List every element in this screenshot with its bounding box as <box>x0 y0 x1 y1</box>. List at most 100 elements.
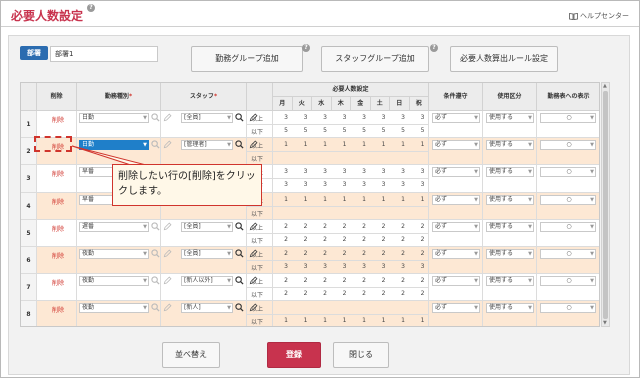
required-lower-value[interactable]: 2 <box>275 236 288 246</box>
required-lower-value[interactable] <box>295 154 308 164</box>
required-lower-value[interactable] <box>314 154 327 164</box>
register-button[interactable]: 登録 <box>267 342 321 368</box>
required-lower-value[interactable]: 1 <box>373 317 386 326</box>
staff-group-help-icon[interactable]: ? <box>430 44 438 52</box>
required-upper-value[interactable] <box>275 304 288 314</box>
required-lower-value[interactable]: 5 <box>373 127 386 137</box>
staff-search-icon[interactable] <box>235 222 245 232</box>
staff-search-icon[interactable] <box>235 249 245 259</box>
required-upper-value[interactable]: 2 <box>353 223 366 233</box>
staff-select[interactable]: [全員] ▼ <box>181 113 233 123</box>
required-upper-value[interactable]: 2 <box>392 250 405 260</box>
required-lower-value[interactable]: 3 <box>412 181 425 191</box>
required-lower-value[interactable] <box>334 154 347 164</box>
required-lower-value[interactable]: 3 <box>334 263 347 273</box>
shift-type-select[interactable]: 日勤 ▼ <box>79 140 149 151</box>
staff-search-icon[interactable] <box>235 303 245 313</box>
required-lower-value[interactable]: 3 <box>392 181 405 191</box>
required-upper-value[interactable]: 2 <box>412 277 425 287</box>
required-lower-value[interactable]: 2 <box>295 236 308 246</box>
staff-select[interactable]: [新人] ▼ <box>181 303 233 314</box>
required-upper-value[interactable]: 2 <box>275 250 288 260</box>
shift-type-select[interactable]: 夜勤 ▼ <box>79 249 149 259</box>
required-lower-value[interactable]: 1 <box>412 317 425 326</box>
usage-select[interactable]: 使用する ▼ <box>486 221 534 232</box>
required-upper-value[interactable]: 2 <box>295 223 308 233</box>
required-upper-value[interactable]: 3 <box>334 168 347 178</box>
required-upper-value[interactable]: 2 <box>314 250 327 260</box>
display-select[interactable]: ○ ▼ <box>540 221 596 232</box>
usage-select[interactable]: 使用する ▼ <box>486 194 534 205</box>
shift-type-select[interactable]: 日勤 ▼ <box>79 113 149 123</box>
shift-type-select[interactable]: 遅番 ▼ <box>79 221 149 232</box>
required-lower-value[interactable]: 3 <box>412 263 425 273</box>
required-lower-value[interactable]: 2 <box>392 290 405 300</box>
delete-link[interactable]: 削除 <box>48 197 68 206</box>
required-upper-value[interactable]: 2 <box>295 277 308 287</box>
condition-select[interactable]: 必ず ▼ <box>432 194 480 205</box>
display-select[interactable]: ○ ▼ <box>540 194 596 205</box>
required-lower-value[interactable]: 3 <box>275 263 288 273</box>
required-upper-value[interactable]: 2 <box>373 223 386 233</box>
required-upper-value[interactable]: 1 <box>373 196 386 206</box>
required-lower-value[interactable]: 5 <box>392 127 405 137</box>
required-lower-value[interactable]: 3 <box>373 263 386 273</box>
required-upper-value[interactable]: 3 <box>295 114 308 124</box>
required-lower-value[interactable]: 3 <box>353 181 366 191</box>
scroll-down-icon[interactable]: ▼ <box>603 320 607 326</box>
shift-group-help-icon[interactable]: ? <box>302 44 310 52</box>
required-upper-value[interactable]: 2 <box>392 277 405 287</box>
condition-select[interactable]: 必ず ▼ <box>432 249 480 259</box>
required-upper-value[interactable]: 1 <box>314 141 327 151</box>
required-lower-value[interactable]: 1 <box>295 317 308 326</box>
required-lower-value[interactable]: 2 <box>392 236 405 246</box>
shift-edit-icon[interactable] <box>163 303 173 313</box>
add-staff-group-button[interactable]: スタッフグループ追加 <box>321 46 429 72</box>
required-upper-value[interactable]: 1 <box>275 141 288 151</box>
usage-select[interactable]: 使用する ▼ <box>486 249 534 259</box>
display-select[interactable]: ○ ▼ <box>540 113 596 123</box>
staff-select[interactable]: [全員] ▼ <box>181 249 233 259</box>
help-question-icon[interactable]: ? <box>87 4 95 12</box>
required-upper-value[interactable] <box>373 304 386 314</box>
required-lower-value[interactable]: 1 <box>314 317 327 326</box>
required-lower-value[interactable] <box>412 209 425 219</box>
required-upper-value[interactable]: 3 <box>275 114 288 124</box>
required-lower-value[interactable] <box>275 154 288 164</box>
required-upper-value[interactable]: 2 <box>373 277 386 287</box>
required-upper-value[interactable]: 3 <box>314 168 327 178</box>
condition-select[interactable]: 必ず ▼ <box>432 276 480 287</box>
required-upper-value[interactable]: 3 <box>412 168 425 178</box>
usage-select[interactable]: 使用する ▼ <box>486 276 534 287</box>
required-upper-value[interactable]: 3 <box>373 114 386 124</box>
required-upper-value[interactable]: 2 <box>295 250 308 260</box>
required-lower-value[interactable]: 2 <box>275 290 288 300</box>
required-lower-value[interactable] <box>314 209 327 219</box>
required-lower-value[interactable]: 2 <box>373 236 386 246</box>
required-upper-value[interactable]: 1 <box>392 141 405 151</box>
shift-type-select[interactable]: 夜勤 ▼ <box>79 276 149 287</box>
required-upper-value[interactable]: 1 <box>275 196 288 206</box>
required-lower-value[interactable] <box>392 209 405 219</box>
required-lower-value[interactable]: 3 <box>314 181 327 191</box>
delete-link[interactable]: 削除 <box>48 278 68 287</box>
required-upper-value[interactable]: 1 <box>334 141 347 151</box>
staff-select[interactable]: [管理者] ▼ <box>181 140 233 151</box>
display-select[interactable]: ○ ▼ <box>540 276 596 287</box>
required-upper-value[interactable] <box>314 304 327 314</box>
required-upper-value[interactable]: 2 <box>392 223 405 233</box>
required-upper-value[interactable]: 3 <box>275 168 288 178</box>
rule-setting-button[interactable]: 必要人数算出ルール設定 <box>450 46 558 72</box>
required-upper-value[interactable]: 3 <box>373 168 386 178</box>
required-lower-value[interactable] <box>353 209 366 219</box>
required-upper-value[interactable]: 3 <box>353 114 366 124</box>
required-lower-value[interactable]: 1 <box>353 317 366 326</box>
required-lower-value[interactable] <box>353 154 366 164</box>
department-field[interactable]: 部署1 <box>50 46 158 62</box>
staff-select[interactable]: [全員] ▼ <box>181 221 233 232</box>
required-lower-value[interactable]: 3 <box>392 263 405 273</box>
required-lower-value[interactable] <box>373 209 386 219</box>
required-upper-value[interactable] <box>295 304 308 314</box>
required-upper-value[interactable]: 1 <box>334 196 347 206</box>
required-lower-value[interactable]: 5 <box>412 127 425 137</box>
